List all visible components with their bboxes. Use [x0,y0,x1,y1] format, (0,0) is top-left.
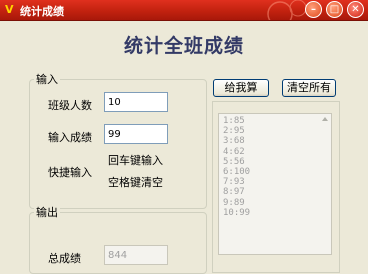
total-score-field [104,245,168,265]
score-listbox[interactable]: 1:85 2:95 3:68 4:62 5:56 6:100 7:93 8:97 9:89 10:… [218,113,332,255]
app-icon: V [5,3,14,16]
class-size-input[interactable] [104,92,168,112]
list-item[interactable]: 10:99 [223,208,250,218]
scroll-up-icon[interactable] [322,117,328,121]
calculate-button[interactable]: 给我算 [213,79,269,97]
title-decoration-icon [267,0,307,20]
clear-all-button[interactable]: 清空所有 [282,79,336,97]
list-item[interactable]: 2:95 [223,126,250,136]
title-bar[interactable]: V 统计成绩 – □ ✕ [0,0,368,21]
list-item[interactable]: 7:93 [223,177,250,187]
window-title: 统计成绩 [20,5,64,18]
list-item[interactable]: 1:85 [223,116,250,126]
minimize-icon: – [311,4,316,15]
list-item[interactable]: 3:68 [223,136,250,146]
total-score-label: 总成绩 [48,252,81,265]
close-icon: ✕ [351,4,360,15]
maximize-icon: □ [329,4,340,15]
list-item[interactable]: 5:56 [223,157,250,167]
list-scrollbar[interactable] [317,114,331,254]
score-input[interactable] [104,124,168,144]
shortcut-space-hint: 空格键清空 [108,176,163,189]
list-item[interactable]: 4:62 [223,147,250,157]
input-group-label: 输入 [34,71,60,87]
window-client: 统计全班成绩 输入 班级人数 输入成绩 快捷输入 回车键输入 空格键清空 输出 … [0,21,368,274]
page-title: 统计全班成绩 [123,35,244,57]
list-item[interactable]: 9:89 [223,198,250,208]
output-group-label: 输出 [34,204,60,220]
score-label: 输入成绩 [48,131,92,144]
maximize-button[interactable]: □ [326,1,343,18]
shortcut-label: 快捷输入 [48,166,92,179]
minimize-button[interactable]: – [305,1,322,18]
close-button[interactable]: ✕ [347,1,364,18]
score-list: 1:85 2:95 3:68 4:62 5:56 6:100 7:93 8:97 9:89 10:… [223,116,250,218]
shortcut-enter-hint: 回车键输入 [108,154,163,167]
class-size-label: 班级人数 [48,99,92,112]
list-item[interactable]: 6:100 [223,167,250,177]
list-item[interactable]: 8:97 [223,187,250,197]
